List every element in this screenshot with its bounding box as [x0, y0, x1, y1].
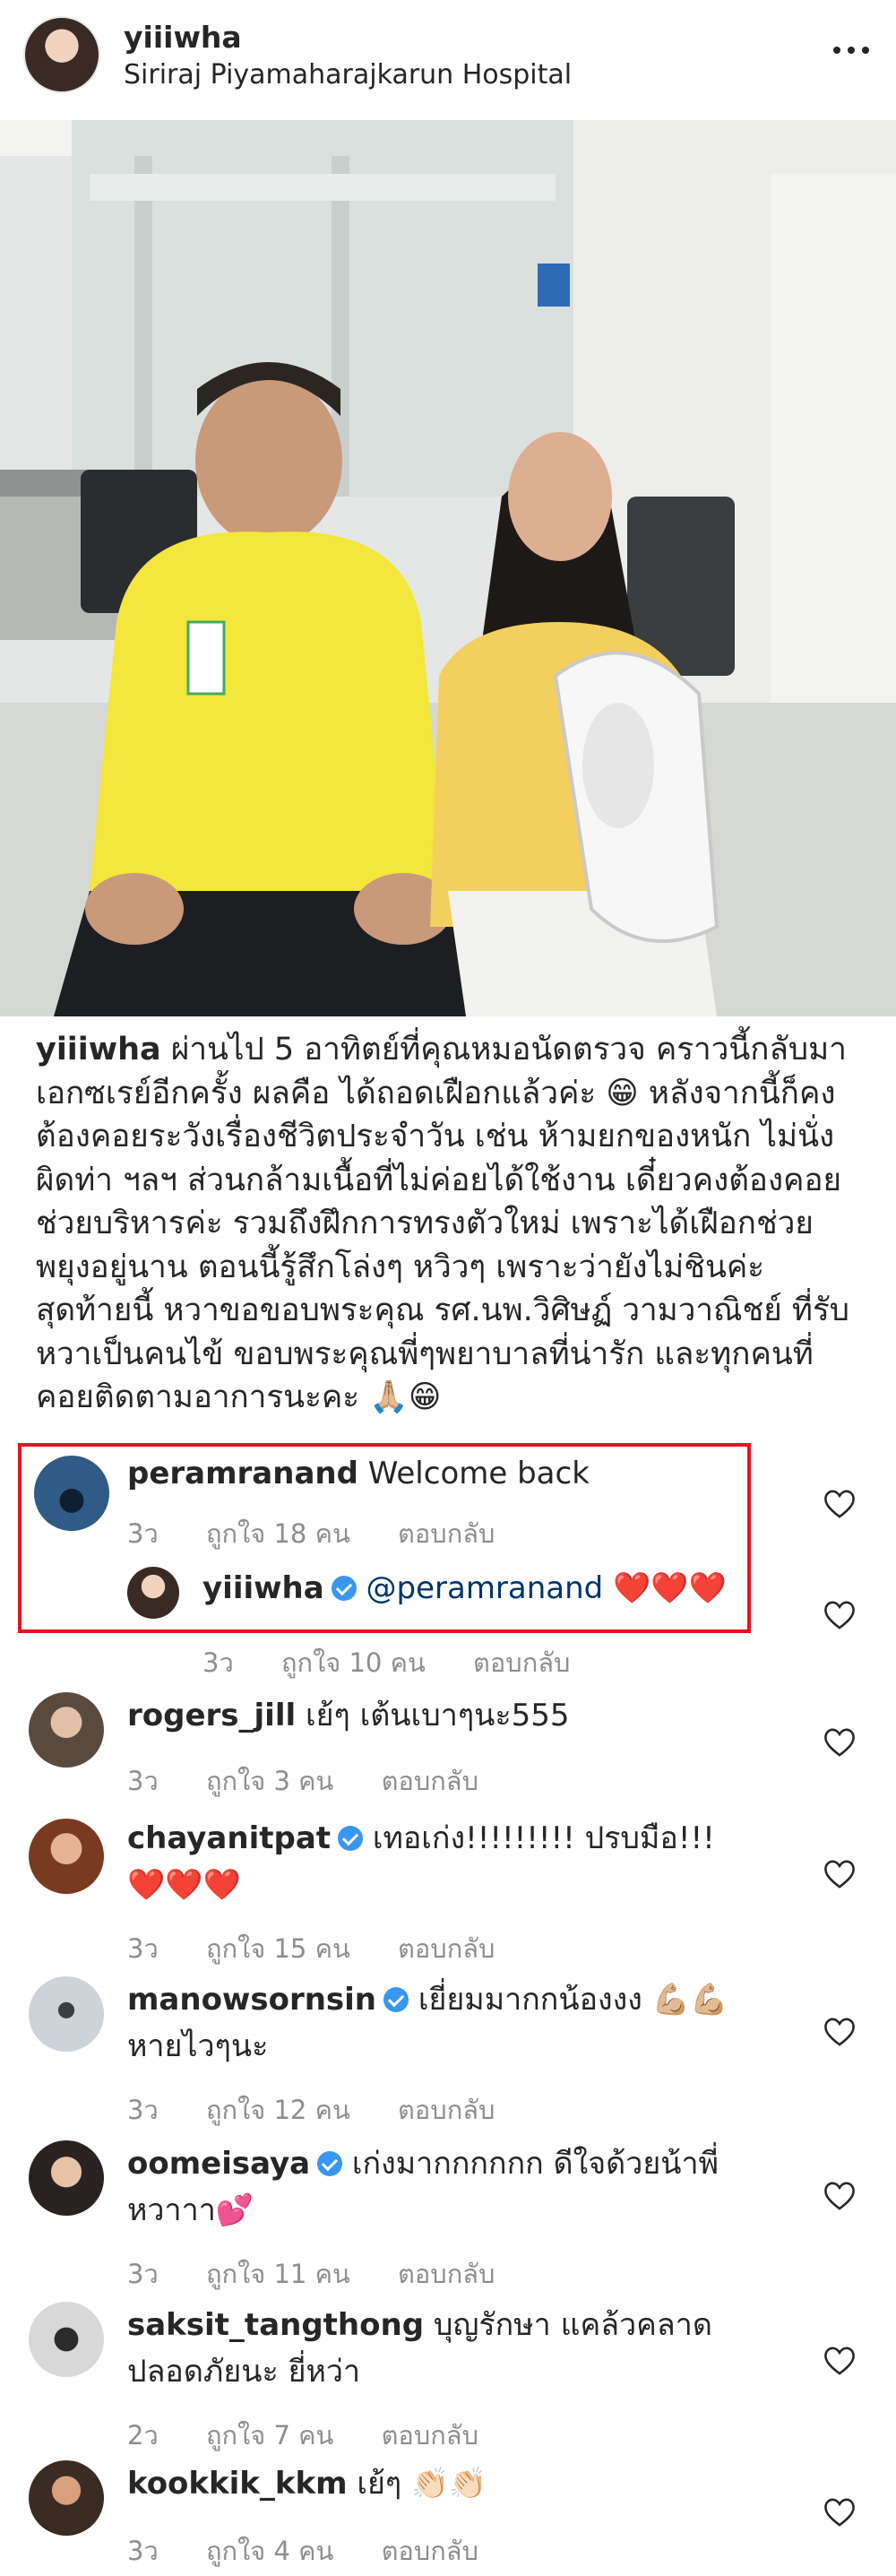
post-header: yiiiwha Siriraj Piyamaharajkarun Hospita… [0, 0, 896, 118]
verified-badge-icon [338, 1826, 364, 1851]
post-caption: yiiiwha ผ่านไป 5 อาทิตย์ที่คุณหมอนัดตรวจ… [36, 1028, 865, 1420]
commenter-avatar[interactable] [127, 1567, 179, 1619]
comment-username[interactable]: manowsornsin [127, 1982, 376, 2018]
commenter-avatar[interactable] [29, 2302, 104, 2377]
comment-likes[interactable]: ถูกใจ 15 คน [206, 1933, 350, 1964]
comment-time: 3ว [127, 2536, 159, 2566]
comment-time: 3ว [202, 1647, 234, 1678]
heart-outline-icon[interactable] [824, 1860, 855, 1889]
verified-badge-icon [383, 1987, 409, 2012]
comment-item: manowsornsin เยี่ยมมากกน้องงง 💪🏼💪🏼 หายไว… [0, 1976, 896, 2129]
comment-reply-button[interactable]: ตอบกลับ [382, 2536, 478, 2566]
comment-username[interactable]: rogers_jill [127, 1698, 296, 1733]
heart-outline-icon[interactable] [824, 2347, 855, 2375]
comment-username[interactable]: saksit_tangthong [127, 2307, 424, 2343]
comment-likes[interactable]: ถูกใจ 4 คน [206, 2536, 333, 2566]
comment-time: 3ว [127, 2095, 159, 2125]
commenter-avatar[interactable] [34, 1456, 109, 1531]
verified-badge-icon [331, 1576, 357, 1601]
comment-text: บุญรักษา แคล้วคลาด [433, 2307, 712, 2343]
commenter-avatar[interactable] [29, 1819, 104, 1894]
comment-text-line2: ❤️❤️❤️ [127, 1867, 242, 1903]
comment-item: rogers_jill เย้ๆ เต้นเบาๆนะ555 3ว ถูกใจ … [0, 1692, 896, 1809]
comment-likes[interactable]: ถูกใจ 3 คน [206, 1766, 333, 1796]
comment-username[interactable]: yiiiwha [202, 1570, 324, 1606]
comment-time: 3ว [127, 1766, 159, 1796]
caption-text: ผ่านไป 5 อาทิตย์ที่คุณหมอนัดตรวจ คราวนี้… [36, 1032, 850, 1415]
comment-reply-button[interactable]: ตอบกลับ [398, 1933, 495, 1964]
heart-outline-icon[interactable] [824, 1490, 855, 1518]
comment-text: เย้ๆ 👏🏻👏🏻 [357, 2466, 487, 2502]
comment-username[interactable]: kookkik_kkm [127, 2466, 348, 2502]
reply-item: yiiiwha @peramranand ❤️❤️❤️ 3ว ถูกใจ 10 … [0, 1567, 896, 1678]
comment-time: 3ว [127, 2259, 159, 2289]
comment-reply-button[interactable]: ตอบกลับ [398, 2259, 495, 2289]
verified-badge-icon [317, 2151, 343, 2176]
comment-text: Welcome back [367, 1456, 590, 1491]
comment-text: เก่งมากกกกกก ดีใจด้วยน้าพี่ [351, 2146, 719, 2182]
comment-text: ❤️❤️❤️ [613, 1570, 728, 1606]
caption-username[interactable]: yiiiwha [36, 1032, 161, 1068]
commenter-avatar[interactable] [29, 1976, 104, 2052]
comment-username[interactable]: peramranand [127, 1456, 358, 1491]
heart-outline-icon[interactable] [824, 1728, 855, 1757]
more-dots-icon[interactable] [833, 32, 873, 68]
heart-outline-icon[interactable] [824, 2498, 855, 2527]
commenter-avatar[interactable] [29, 1692, 104, 1768]
comment-text-line2: ปลอดภัยนะ ยี่หว่า [127, 2354, 361, 2390]
comment-text: เทอเก่ง!!!!!!!!! ปรบมือ!!! [372, 1820, 715, 1856]
comment-mention[interactable]: @peramranand [366, 1570, 604, 1606]
comment-item: kookkik_kkm เย้ๆ 👏🏻👏🏻 3ว ถูกใจ 4 คน ตอบก… [0, 2460, 896, 2572]
comment-item: chayanitpat เทอเก่ง!!!!!!!!! ปรบมือ!!! ❤… [0, 1815, 896, 1967]
comment-username[interactable]: chayanitpat [127, 1820, 331, 1856]
comment-text-line2: หายไวๆนะ [127, 2028, 269, 2064]
comment-text-line2: หวาาา💕 [127, 2192, 254, 2228]
heart-outline-icon[interactable] [824, 2182, 855, 2210]
post-photo[interactable] [0, 120, 896, 1016]
author-avatar[interactable] [23, 16, 100, 93]
comment-likes[interactable]: ถูกใจ 12 คน [206, 2095, 350, 2125]
comment-time: 2ว [127, 2420, 159, 2451]
post-location[interactable]: Siriraj Piyamaharajkarun Hospital [124, 59, 572, 91]
comment-time: 3ว [127, 1933, 159, 1964]
comment-likes[interactable]: ถูกใจ 10 คน [281, 1647, 426, 1678]
comment-reply-button[interactable]: ตอบกลับ [398, 2095, 495, 2125]
comment-likes[interactable]: ถูกใจ 7 คน [206, 2420, 333, 2451]
heart-outline-icon[interactable] [824, 1601, 855, 1629]
comment-username[interactable]: oomeisaya [127, 2146, 310, 2182]
comment-item: oomeisaya เก่งมากกกกกก ดีใจด้วยน้าพี่ หว… [0, 2140, 896, 2293]
comment-time: 3ว [127, 1518, 159, 1549]
comment-reply-button[interactable]: ตอบกลับ [473, 1647, 570, 1678]
commenter-avatar[interactable] [29, 2460, 104, 2536]
comment-item: saksit_tangthong บุญรักษา แคล้วคลาด ปลอด… [0, 2302, 896, 2454]
comment-likes[interactable]: ถูกใจ 18 คน [206, 1518, 350, 1549]
commenter-avatar[interactable] [29, 2140, 104, 2216]
comment-reply-button[interactable]: ตอบกลับ [382, 2420, 478, 2451]
comment-text: เยี่ยมมากกน้องงง 💪🏼💪🏼 [418, 1982, 728, 2018]
comment-reply-button[interactable]: ตอบกลับ [382, 1766, 478, 1796]
comment-text: เย้ๆ เต้นเบาๆนะ555 [305, 1698, 570, 1733]
author-username[interactable]: yiiiwha [124, 20, 242, 55]
comment-item: peramranand Welcome back 3ว ถูกใจ 18 คน … [0, 1450, 896, 1558]
comment-reply-button[interactable]: ตอบกลับ [398, 1518, 495, 1549]
comment-likes[interactable]: ถูกใจ 11 คน [206, 2259, 350, 2289]
heart-outline-icon[interactable] [824, 2018, 855, 2046]
